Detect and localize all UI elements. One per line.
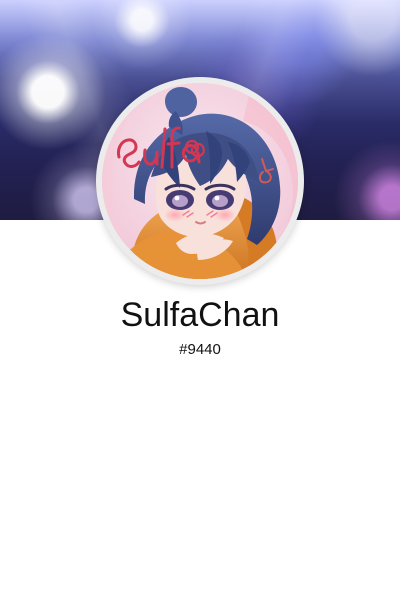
avatar [102,83,298,279]
profile-card: SulfaChan #9440 [0,0,400,600]
discriminator-tag: #9440 [179,341,221,358]
avatar-illustration [102,83,298,279]
username: SulfaChan [120,296,280,334]
avatar-frame [96,77,304,285]
